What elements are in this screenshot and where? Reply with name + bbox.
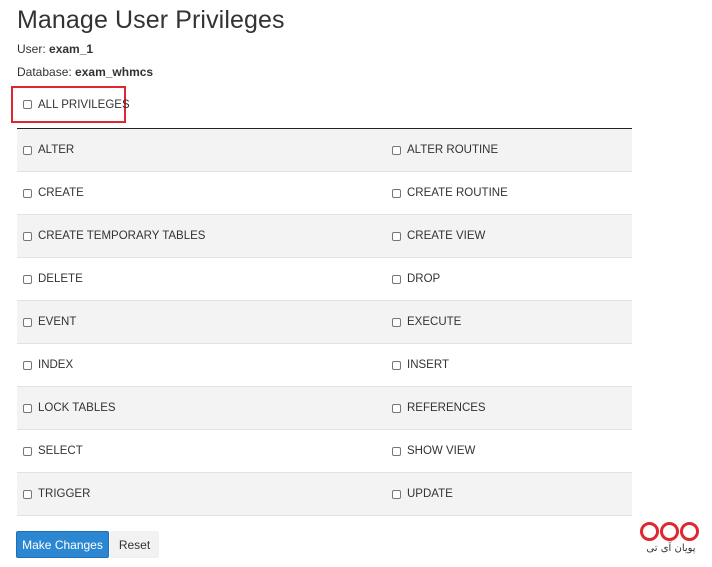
page-title: Manage User Privileges: [17, 6, 285, 34]
privilege-checkbox[interactable]: [23, 317, 32, 327]
privilege-row: INDEX INSERT: [17, 344, 632, 387]
privilege-label: SELECT: [38, 445, 83, 457]
privilege-row: SELECT SHOW VIEW: [17, 430, 632, 473]
privilege-label: EXECUTE: [407, 316, 462, 328]
privilege-delete[interactable]: DELETE: [17, 258, 386, 300]
privilege-checkbox[interactable]: [392, 317, 401, 327]
privilege-alter[interactable]: ALTER: [17, 129, 386, 171]
privilege-create-view[interactable]: CREATE VIEW: [386, 215, 632, 257]
watermark-text: پویان آی تی: [646, 543, 696, 554]
privilege-insert[interactable]: INSERT: [386, 344, 632, 386]
all-privileges-checkbox[interactable]: [23, 100, 32, 109]
privilege-create-temporary-tables[interactable]: CREATE TEMPORARY TABLES: [17, 215, 386, 257]
privilege-row: ALTER ALTER ROUTINE: [17, 129, 632, 172]
privilege-checkbox[interactable]: [392, 489, 401, 499]
privilege-checkbox[interactable]: [23, 188, 32, 198]
make-changes-button[interactable]: Make Changes: [16, 531, 109, 558]
privilege-label: ALTER ROUTINE: [407, 144, 499, 156]
privilege-checkbox[interactable]: [392, 145, 401, 155]
privilege-create[interactable]: CREATE: [17, 172, 386, 214]
privilege-drop[interactable]: DROP: [386, 258, 632, 300]
privilege-label: SHOW VIEW: [407, 445, 476, 457]
database-label: Database:: [17, 65, 72, 79]
watermark-logo: پویان آی تی: [640, 522, 706, 562]
privilege-alter-routine[interactable]: ALTER ROUTINE: [386, 129, 632, 171]
reset-button[interactable]: Reset: [110, 531, 159, 558]
privilege-label: INSERT: [407, 359, 449, 371]
privilege-row: LOCK TABLES REFERENCES: [17, 387, 632, 430]
privilege-row: DELETE DROP: [17, 258, 632, 301]
privilege-label: LOCK TABLES: [38, 402, 116, 414]
privilege-checkbox[interactable]: [23, 274, 32, 284]
database-value: exam_whmcs: [75, 65, 154, 79]
privilege-trigger[interactable]: TRIGGER: [17, 473, 386, 515]
logo-ring-icon: [680, 522, 699, 541]
privilege-checkbox[interactable]: [392, 403, 401, 413]
privilege-event[interactable]: EVENT: [17, 301, 386, 343]
privilege-checkbox[interactable]: [23, 145, 32, 155]
privilege-checkbox[interactable]: [23, 489, 32, 499]
privilege-label: UPDATE: [407, 488, 453, 500]
privilege-show-view[interactable]: SHOW VIEW: [386, 430, 632, 472]
privilege-label: DROP: [407, 273, 441, 285]
privilege-row: TRIGGER UPDATE: [17, 473, 632, 516]
privileges-table: ALTER ALTER ROUTINE CREATE CREATE ROUTIN…: [17, 128, 632, 516]
privilege-label: CREATE ROUTINE: [407, 187, 508, 199]
logo-ring-icon: [660, 522, 679, 541]
user-label: User:: [17, 42, 46, 56]
privilege-row: CREATE TEMPORARY TABLES CREATE VIEW: [17, 215, 632, 258]
privilege-label: EVENT: [38, 316, 77, 328]
privilege-index[interactable]: INDEX: [17, 344, 386, 386]
user-info: User: exam_1: [17, 42, 93, 56]
privilege-checkbox[interactable]: [23, 360, 32, 370]
privilege-label: CREATE VIEW: [407, 230, 486, 242]
privilege-label: TRIGGER: [38, 488, 91, 500]
privilege-label: CREATE TEMPORARY TABLES: [38, 230, 206, 242]
privilege-checkbox[interactable]: [392, 360, 401, 370]
privilege-create-routine[interactable]: CREATE ROUTINE: [386, 172, 632, 214]
privilege-checkbox[interactable]: [392, 188, 401, 198]
privilege-row: CREATE CREATE ROUTINE: [17, 172, 632, 215]
privilege-checkbox[interactable]: [23, 446, 32, 456]
privilege-label: REFERENCES: [407, 402, 486, 414]
privilege-checkbox[interactable]: [392, 231, 401, 241]
privilege-select[interactable]: SELECT: [17, 430, 386, 472]
privilege-references[interactable]: REFERENCES: [386, 387, 632, 429]
logo-ring-icon: [640, 522, 659, 541]
user-value: exam_1: [49, 42, 94, 56]
all-privileges-highlight[interactable]: ALL PRIVILEGES: [11, 86, 130, 123]
privilege-checkbox[interactable]: [392, 274, 401, 284]
privilege-label: INDEX: [38, 359, 74, 371]
logo-rings-icon: [640, 522, 706, 541]
privilege-execute[interactable]: EXECUTE: [386, 301, 632, 343]
privilege-label: DELETE: [38, 273, 83, 285]
privilege-checkbox[interactable]: [392, 446, 401, 456]
manage-privileges-page: Manage User Privileges User: exam_1 Data…: [0, 0, 712, 567]
privilege-label: CREATE: [38, 187, 84, 199]
privilege-lock-tables[interactable]: LOCK TABLES: [17, 387, 386, 429]
privilege-checkbox[interactable]: [23, 231, 32, 241]
privilege-update[interactable]: UPDATE: [386, 473, 632, 515]
privilege-checkbox[interactable]: [23, 403, 32, 413]
privilege-row: EVENT EXECUTE: [17, 301, 632, 344]
database-info: Database: exam_whmcs: [17, 65, 153, 79]
all-privileges-label: ALL PRIVILEGES: [38, 98, 130, 111]
privilege-label: ALTER: [38, 144, 75, 156]
